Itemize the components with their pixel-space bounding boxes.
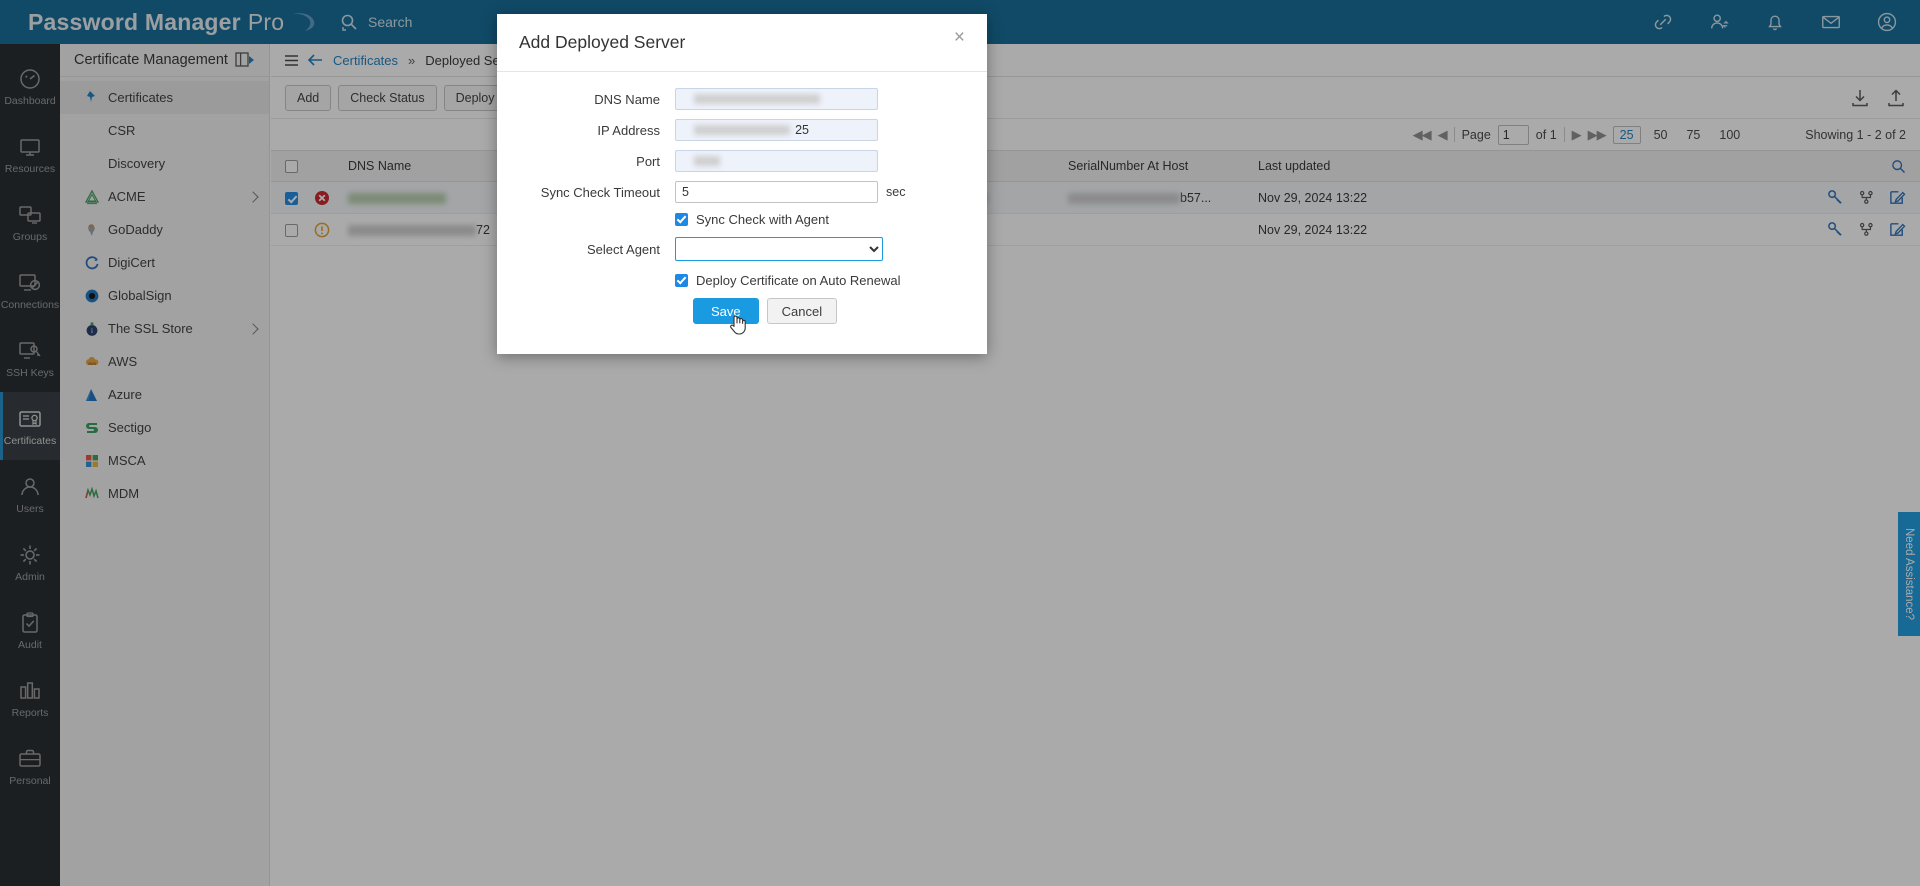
ip-address-row: IP Address [497, 119, 987, 141]
dns-name-label: DNS Name [594, 91, 660, 107]
dialog-title: Add Deployed Server [519, 32, 686, 52]
port-control [675, 150, 878, 172]
sync-check-timeout-row: Sync Check Timeout sec [497, 181, 987, 203]
dialog-body: DNS Name IP Address Port [497, 72, 987, 335]
sync-check-timeout-input[interactable] [675, 181, 878, 203]
dns-name-row: DNS Name [497, 88, 987, 110]
port-label: Port [636, 153, 660, 169]
deploy-auto-renewal-row: Deploy Certificate on Auto Renewal [497, 273, 987, 288]
ip-address-label: IP Address [597, 122, 660, 138]
sync-check-timeout-control: sec [675, 181, 905, 203]
redacted-value [694, 156, 720, 166]
select-agent-row: Select Agent [497, 237, 987, 261]
sync-check-with-agent-checkbox[interactable] [675, 213, 688, 226]
ip-address-control [675, 119, 878, 141]
save-button[interactable]: Save [693, 298, 759, 324]
sync-check-with-agent-label: Sync Check with Agent [696, 212, 829, 227]
redacted-value [694, 125, 790, 135]
dialog-footer-buttons: Save Cancel [693, 298, 987, 335]
sync-check-timeout-label: Sync Check Timeout [540, 184, 660, 200]
add-deployed-server-dialog: Add Deployed Server × DNS Name IP Addres… [497, 14, 987, 354]
dialog-header: Add Deployed Server × [497, 14, 987, 72]
cancel-button[interactable]: Cancel [766, 298, 838, 324]
deploy-auto-renewal-checkbox[interactable] [675, 274, 688, 287]
select-agent-dropdown[interactable] [675, 237, 883, 261]
close-icon[interactable]: × [948, 27, 971, 48]
redacted-value [694, 94, 820, 104]
sync-check-with-agent-row: Sync Check with Agent [497, 212, 987, 227]
select-agent-control [675, 237, 883, 261]
port-row: Port [497, 150, 987, 172]
sync-check-timeout-unit: sec [886, 185, 906, 199]
deploy-auto-renewal-label: Deploy Certificate on Auto Renewal [696, 273, 901, 288]
select-agent-label: Select Agent [587, 241, 660, 257]
dns-name-control [675, 88, 878, 110]
